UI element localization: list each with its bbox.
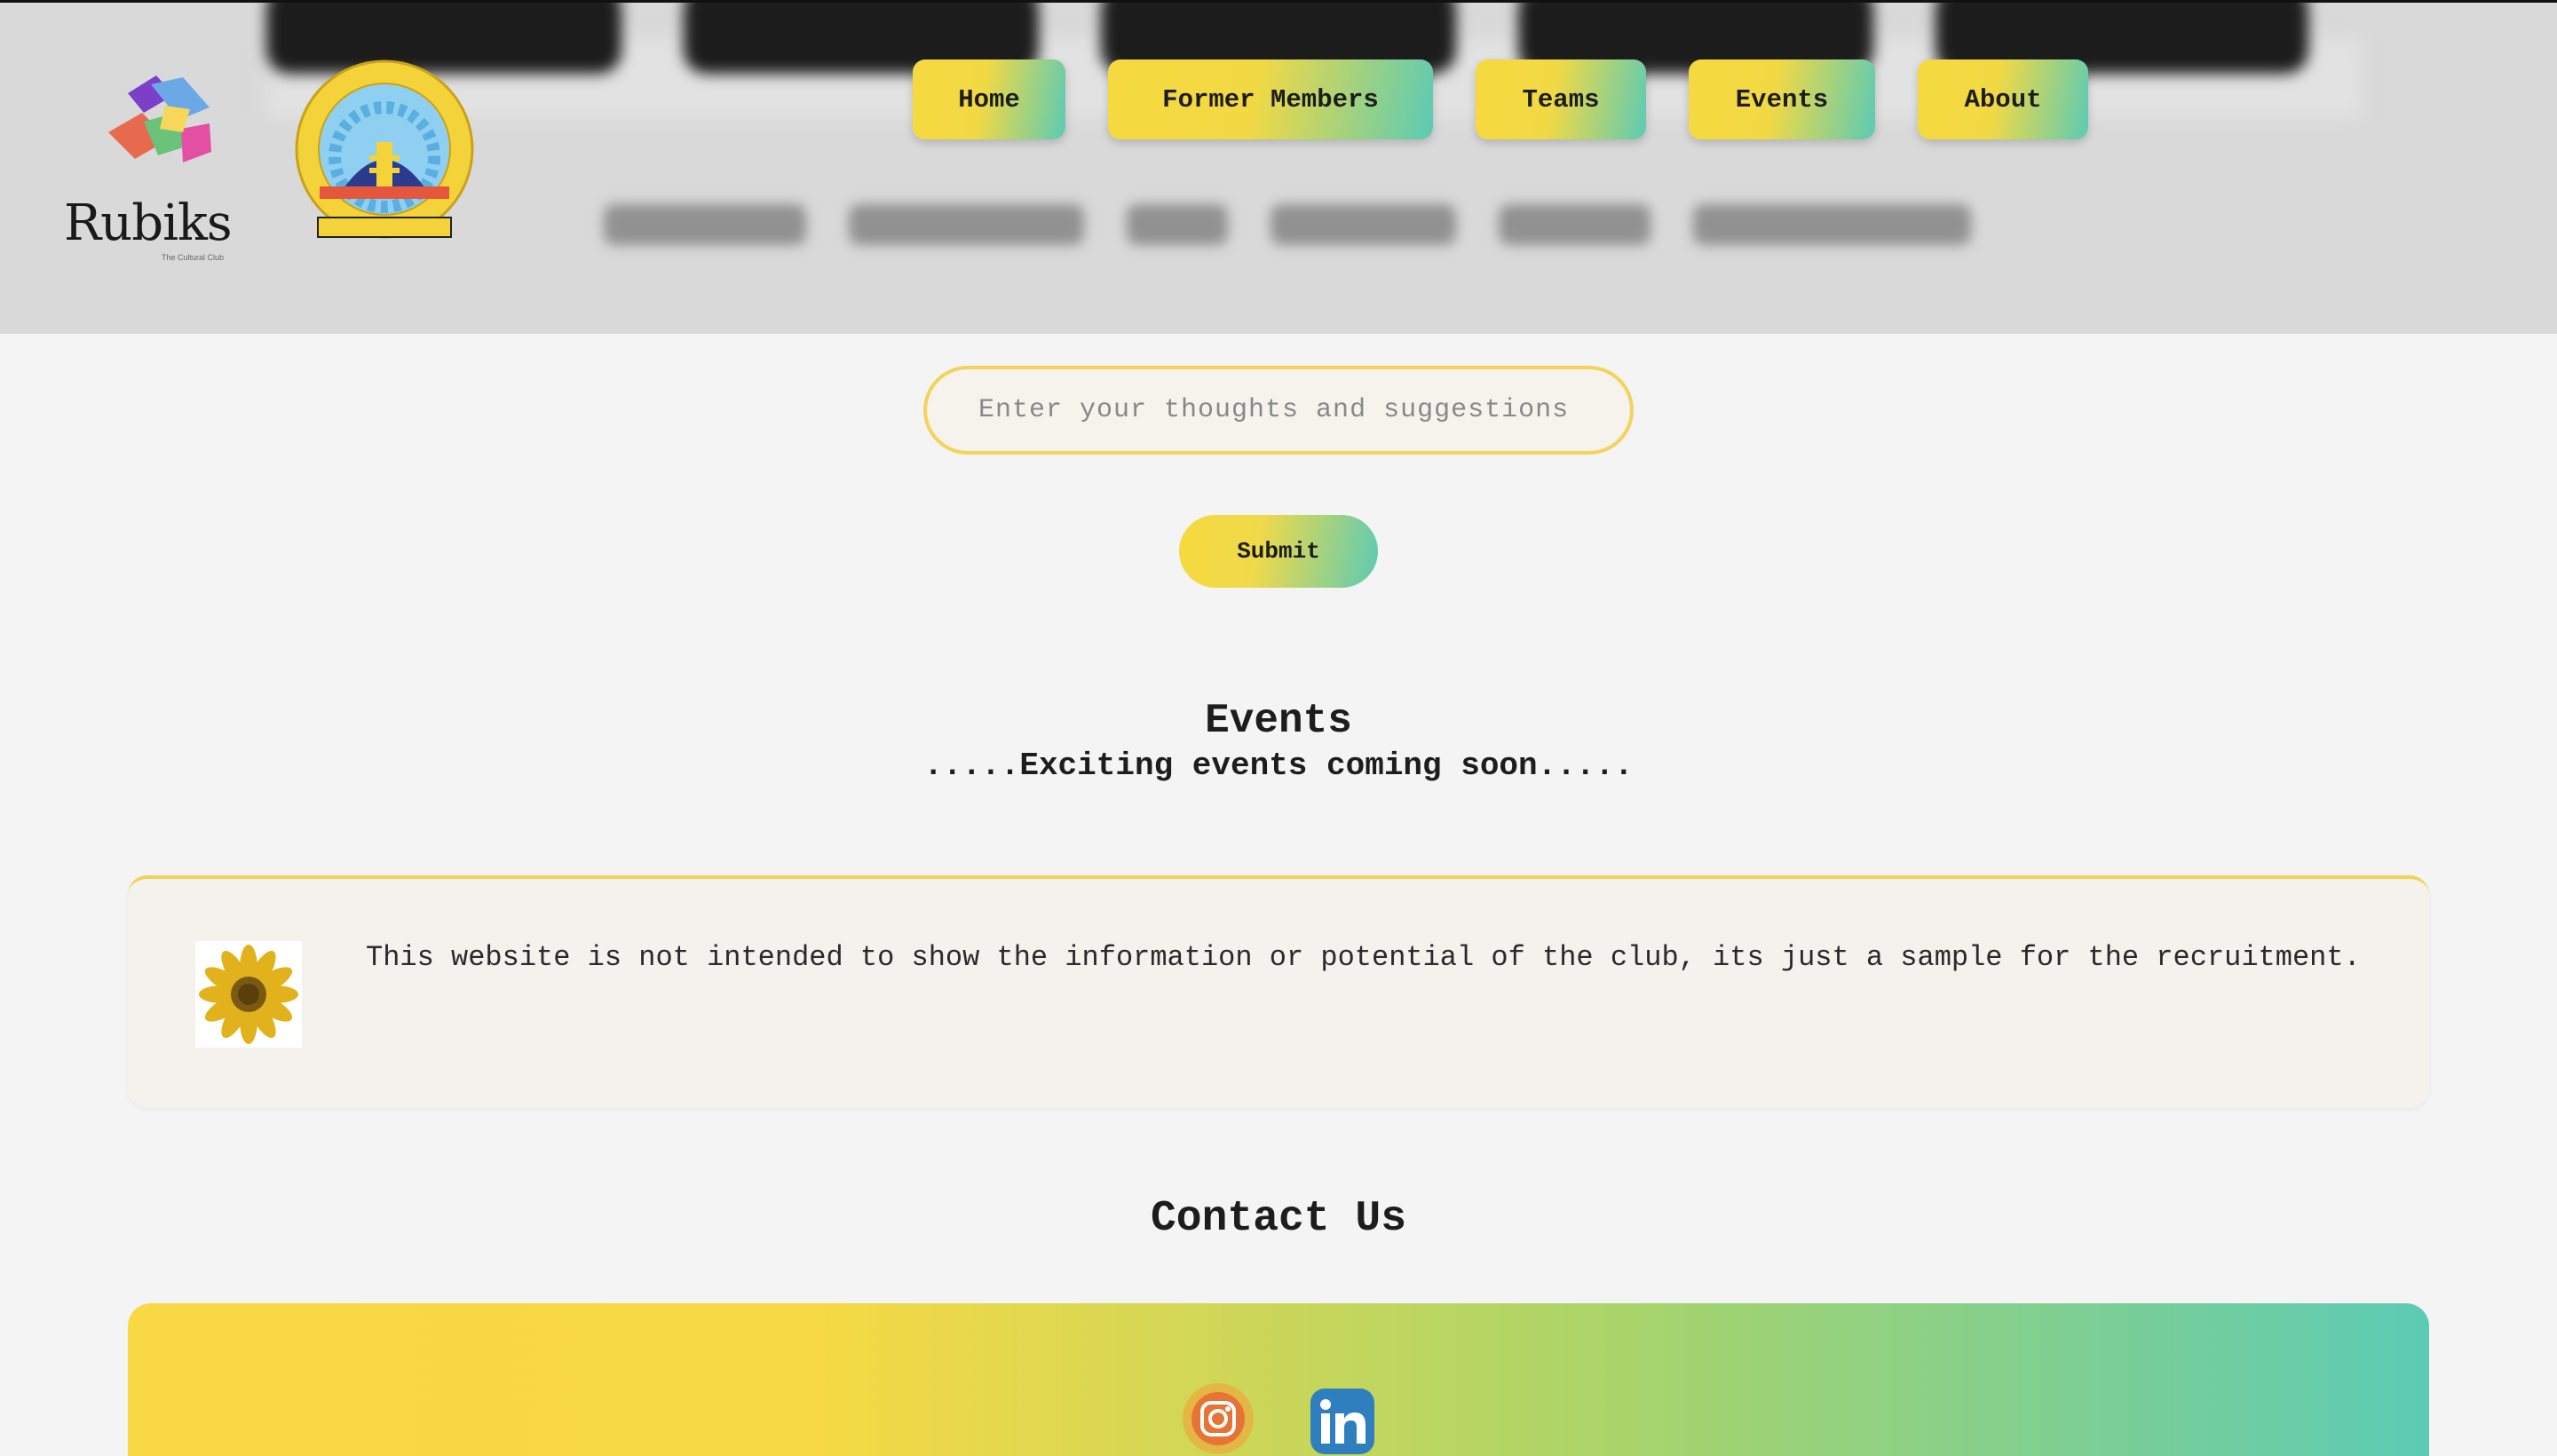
blurred-background-text: [604, 185, 1971, 265]
main-nav: Home Former Members Teams Events About: [0, 59, 2557, 139]
nav-events-button[interactable]: Events: [1689, 59, 1875, 139]
disclaimer-text: This website is not intended to show the…: [366, 941, 2361, 974]
nav-home-button[interactable]: Home: [913, 59, 1065, 139]
submit-button[interactable]: Submit: [1179, 515, 1378, 588]
rubiks-wordmark: Rubiks: [64, 194, 233, 252]
contact-heading: Contact Us: [1150, 1195, 1407, 1243]
nav-teams-button[interactable]: Teams: [1476, 59, 1646, 139]
sunflower-icon: [195, 941, 302, 1048]
feedback-input[interactable]: [923, 366, 1634, 455]
nav-about-button[interactable]: About: [1918, 59, 2088, 139]
disclaimer-card: This website is not intended to show the…: [128, 875, 2429, 1108]
contact-footer: [128, 1303, 2429, 1456]
site-header: Rubiks The Cultural Club Home Former Mem…: [0, 0, 2557, 334]
events-heading: Events: [1205, 698, 1352, 744]
nav-former-members-button[interactable]: Former Members: [1108, 59, 1433, 139]
rubiks-tagline: The Cultural Club: [162, 253, 225, 262]
linkedin-icon[interactable]: [1307, 1383, 1378, 1454]
instagram-icon[interactable]: [1183, 1383, 1254, 1454]
events-subheading: .....Exciting events coming soon.....: [923, 748, 1634, 784]
